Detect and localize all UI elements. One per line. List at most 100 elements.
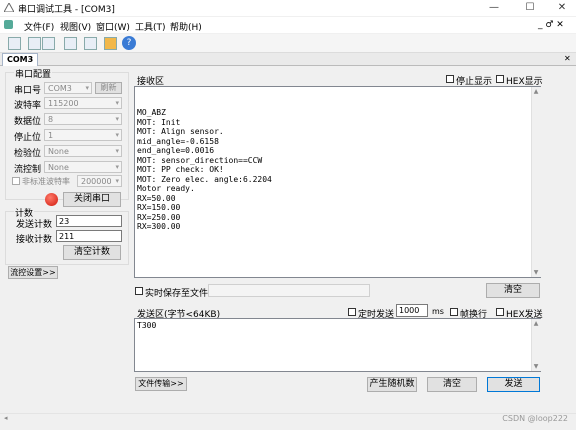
tab-bar [0,53,576,66]
window-title: 串口调试工具 - [COM3] [18,5,115,15]
receive-textarea[interactable]: MO_ABZ MOT: Init MOT: Align sensor. mid_ang… [134,86,541,278]
chevron-down-icon: ▾ [115,131,119,139]
menu-app-icon [4,20,13,29]
flow-value: None [48,163,69,172]
stopbits-value: 1 [48,131,54,140]
parity-label: 检验位 [14,149,42,159]
stopbits-select[interactable]: 1 ▾ [44,129,122,141]
receive-line: RX=150.00 [137,203,181,212]
menu-tools[interactable]: 工具(T) [135,20,166,33]
clear-count-button[interactable]: 清空计数 [63,245,121,260]
refresh-button[interactable]: 刷新 [95,82,122,94]
baud-label: 波特率 [14,101,42,111]
chevron-down-icon: ▾ [115,163,119,171]
serial-config-title: 串口配置 [14,67,53,80]
receive-line: MO_ABZ [137,108,166,117]
menu-window[interactable]: 窗口(W) [96,20,130,33]
port-select[interactable]: COM3 ▾ [44,82,92,94]
save-file-path[interactable] [208,284,370,297]
port-label: 串口号 [14,86,42,96]
save-file-label: 实时保存至文件 [145,289,209,299]
baud-select[interactable]: 115200 ▾ [44,97,122,109]
receive-lines: MO_ABZ MOT: Init MOT: Align sensor. mid_ang… [135,106,540,234]
receive-line: MOT: PP check: OK! [137,165,224,174]
receive-scrollbar[interactable]: ▲ ▼ [531,87,541,277]
receive-line: MOT: Init [137,117,181,127]
save-icon[interactable] [64,37,77,50]
ms-label: ms [432,307,444,316]
save-file-checkbox[interactable] [135,287,143,295]
receive-line: end_angle=0.0016 [137,146,215,155]
receive-line: RX=250.00 [137,212,181,222]
nonstd-baud-checkbox[interactable] [12,177,20,185]
random-button[interactable]: 产生随机数 [367,377,417,392]
hex-send-checkbox[interactable] [496,308,504,316]
horizontal-scrollbar[interactable] [0,413,576,424]
send-textarea[interactable]: T300 [134,318,541,372]
send-button[interactable]: 发送 [487,377,540,392]
receive-line: RX=50.00 [137,193,176,203]
nonstd-baud-label: 非标准波特率 [22,177,70,186]
watermark: CSDN @loop222 [502,414,568,423]
scroll-up-icon[interactable]: ▲ [532,88,540,95]
databits-select[interactable]: 8 ▾ [44,113,122,125]
receive-line: MOT: Zero elec. angle:6.2204 [137,174,272,184]
help-icon[interactable]: ? [122,36,136,50]
flow-label: 流控制 [14,165,42,175]
send-count-field: 23 [56,215,122,227]
interval-field[interactable]: 1000 [396,304,428,317]
receive-clear-button[interactable]: 清空 [486,283,540,298]
scroll-down-icon[interactable]: ▼ [532,269,540,276]
flow-settings-button[interactable]: 流控设置>> [8,266,58,279]
flow-select[interactable]: None ▾ [44,161,122,173]
port-value: COM3 [48,84,72,93]
screen-icon[interactable] [84,37,97,50]
recv-count-label: 接收计数 [16,235,53,245]
nonstd-baud-select[interactable]: 200000 ▾ [77,175,122,187]
receive-line: Motor ready. [137,184,195,193]
chevron-down-icon: ▾ [115,115,119,123]
parity-value: None [48,147,69,156]
nonstd-baud-value: 200000 [81,177,112,186]
port-status-indicator-icon [45,193,58,206]
minimize-button[interactable]: — [482,0,506,16]
send-clear-button[interactable]: 清空 [427,377,477,392]
split-horizontal-icon[interactable] [28,37,41,50]
tab-com3[interactable]: COM3 [2,53,39,66]
scroll-up-icon[interactable]: ▲ [532,320,540,327]
receive-line: MOT: sensor_direction==CCW [137,155,263,165]
new-icon[interactable] [8,37,21,50]
scroll-down-icon[interactable]: ▼ [532,363,540,370]
scroll-left-icon[interactable]: ◂ [4,414,8,422]
databits-label: 数据位 [14,117,42,127]
receive-line: RX=300.00 [137,222,181,231]
menu-view[interactable]: 视图(V) [60,20,91,33]
stopbits-label: 停止位 [14,133,42,143]
parity-select[interactable]: None ▾ [44,145,122,157]
chevron-down-icon: ▾ [85,84,89,92]
newline-checkbox[interactable] [450,308,458,316]
chevron-down-icon: ▾ [115,147,119,155]
baud-value: 115200 [48,99,79,108]
hex-display-checkbox[interactable] [496,75,504,83]
menu-file[interactable]: 文件(F) [24,20,54,33]
stop-display-checkbox[interactable] [446,75,454,83]
mdi-controls[interactable]: _ ♂ ✕ [538,20,564,30]
timed-send-checkbox[interactable] [348,308,356,316]
databits-value: 8 [48,115,54,124]
app-icon [3,1,15,13]
maximize-button[interactable]: ☐ [518,0,542,16]
send-scrollbar[interactable]: ▲ ▼ [531,319,541,371]
send-count-label: 发送计数 [16,220,53,230]
close-window-button[interactable]: ✕ [550,0,574,16]
receive-line: MOT: Align sensor. [137,127,224,136]
split-vertical-icon[interactable] [42,37,55,50]
menu-help[interactable]: 帮助(H) [170,20,202,33]
tab-close-icon[interactable]: ✕ [564,54,571,63]
receive-line: mid_angle=-0.6158 [137,136,219,146]
close-port-button[interactable]: 关闭串口 [63,192,121,207]
upload-icon[interactable] [104,37,117,50]
file-transfer-button[interactable]: 文件传输>> [135,377,187,391]
chevron-down-icon: ▾ [115,99,119,107]
recv-count-field: 211 [56,230,122,242]
